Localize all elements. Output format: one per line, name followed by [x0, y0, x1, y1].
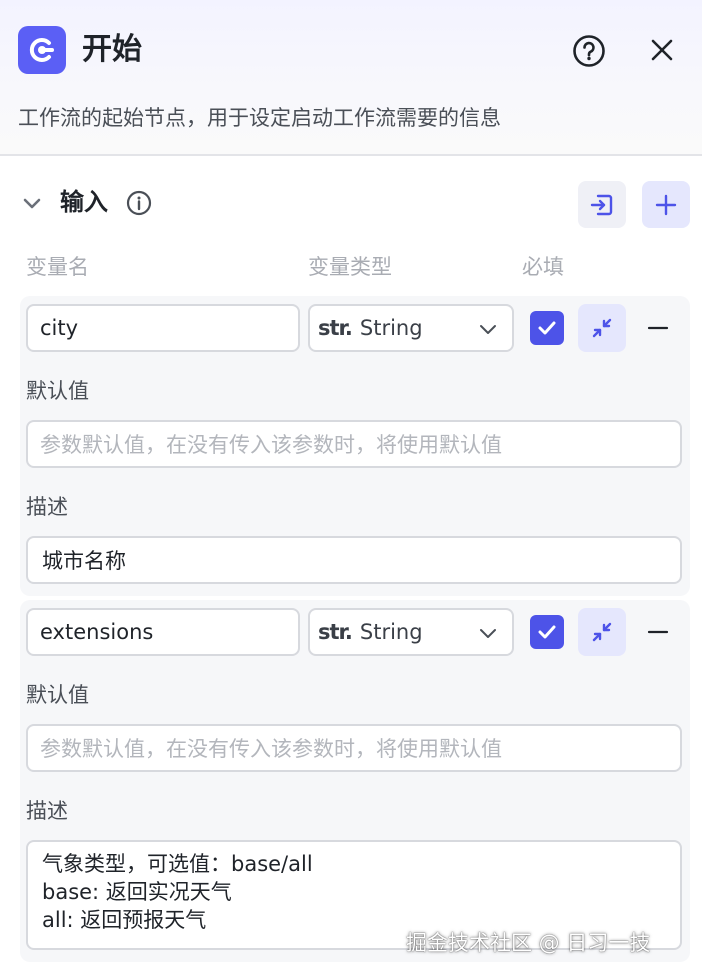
close-icon[interactable]: [646, 34, 678, 66]
checkmark-icon: [538, 625, 556, 639]
default-value-label: 默认值: [26, 379, 89, 403]
variable-type-select[interactable]: str. String: [308, 304, 514, 352]
import-variables-button[interactable]: [578, 181, 626, 228]
default-value-label: 默认值: [26, 683, 89, 707]
minimize-arrows-icon: [592, 318, 612, 338]
type-value: String: [359, 316, 423, 340]
section-title: 输入: [60, 188, 108, 216]
default-value-input[interactable]: 参数默认值，在没有传入该参数时，将使用默认值: [26, 420, 682, 468]
start-node-icon: [18, 26, 66, 74]
description-input[interactable]: 城市名称: [26, 536, 682, 584]
variable-name-input[interactable]: extensions: [26, 608, 300, 656]
collapse-variable-button[interactable]: [578, 304, 626, 352]
required-checkbox[interactable]: [530, 615, 564, 649]
column-header-required: 必填: [522, 255, 564, 279]
minus-icon: [647, 630, 669, 634]
type-value: String: [359, 620, 423, 644]
info-icon[interactable]: [126, 190, 152, 216]
chevron-down-icon: [480, 629, 496, 638]
type-prefix: str.: [318, 316, 353, 340]
panel-header: 开始 工作流的起始节点，用于设定启动工作流需要的信息: [0, 0, 702, 156]
input-section-header: 输入: [0, 178, 702, 228]
plus-icon: [655, 194, 677, 215]
remove-variable-button[interactable]: [643, 617, 673, 647]
required-checkbox[interactable]: [530, 311, 564, 345]
description-label: 描述: [26, 799, 68, 823]
column-header-name: 变量名: [26, 255, 89, 279]
import-icon: [590, 194, 613, 215]
column-header-type: 变量类型: [308, 255, 392, 279]
chevron-down-icon[interactable]: [20, 192, 44, 216]
type-prefix: str.: [318, 620, 353, 644]
watermark: 掘金技术社区 @ 日习一技: [406, 931, 651, 955]
panel-title: 开始: [82, 32, 142, 67]
variable-name-input[interactable]: city: [26, 304, 300, 352]
description-label: 描述: [26, 495, 68, 519]
checkmark-icon: [538, 321, 556, 335]
add-variable-button[interactable]: [642, 181, 690, 228]
collapse-variable-button[interactable]: [578, 608, 626, 656]
minus-icon: [647, 326, 669, 330]
panel-description: 工作流的起始节点，用于设定启动工作流需要的信息: [18, 106, 501, 130]
default-value-input[interactable]: 参数默认值，在没有传入该参数时，将使用默认值: [26, 724, 682, 772]
variable-type-select[interactable]: str. String: [308, 608, 514, 656]
remove-variable-button[interactable]: [643, 313, 673, 343]
minimize-arrows-icon: [592, 622, 612, 642]
help-icon[interactable]: [572, 34, 606, 68]
chevron-down-icon: [480, 325, 496, 334]
